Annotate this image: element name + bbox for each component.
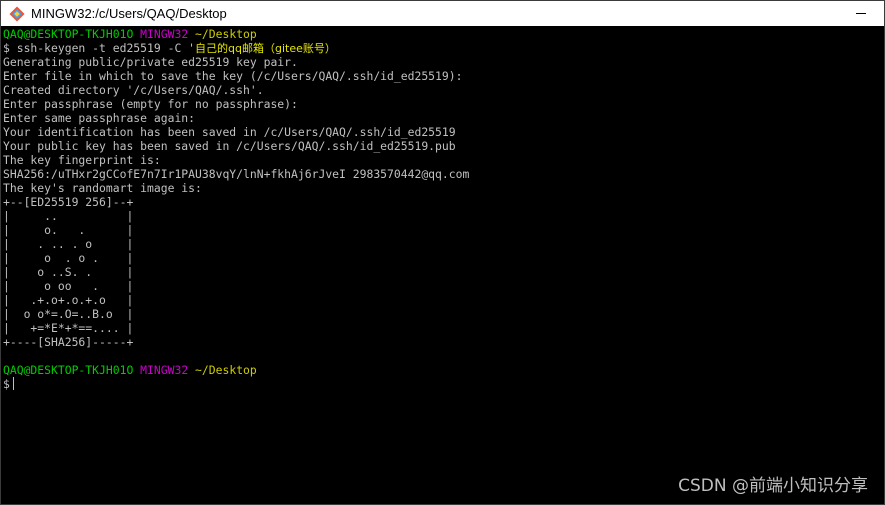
prompt-system: MINGW32 bbox=[140, 363, 189, 377]
title-bar[interactable]: MINGW32:/c/Users/QAQ/Desktop bbox=[1, 1, 884, 26]
output-line: | .+.o+.o.+.o | bbox=[3, 293, 134, 307]
output-line: | o . o . | bbox=[3, 251, 134, 265]
command-line: $ ssh-keygen -t ed25519 -C '自己的qq邮箱（gite… bbox=[3, 41, 884, 55]
output-line: | o oo . | bbox=[3, 279, 134, 293]
output-line: Your public key has been saved in /c/Use… bbox=[3, 139, 456, 153]
output-line: The key's randomart image is: bbox=[3, 181, 202, 195]
output-line: Enter same passphrase again: bbox=[3, 111, 196, 125]
output-line: SHA256:/uTHxr2gCCofE7n7Ir1PAU38vqY/lnN+f… bbox=[3, 167, 470, 181]
command-text: $ ssh-keygen -t ed25519 -C ' bbox=[3, 41, 196, 55]
output-line: Generating public/private ed25519 key pa… bbox=[3, 55, 298, 69]
output-line: | o o*=.O=..B.o | bbox=[3, 307, 134, 321]
minimize-icon bbox=[856, 13, 866, 14]
prompt-user-host: QAQ@DESKTOP-TKJH01O bbox=[3, 363, 134, 377]
minimize-button[interactable] bbox=[838, 1, 884, 26]
prompt-directory: ~/Desktop bbox=[195, 363, 257, 377]
command-highlight: 自己的qq邮箱（gitee账号） bbox=[195, 42, 336, 55]
output-line: Enter passphrase (empty for no passphras… bbox=[3, 97, 298, 111]
output-line: +--[ED25519 256]--+ bbox=[3, 195, 134, 209]
git-bash-icon bbox=[9, 6, 25, 21]
prompt-user-host: QAQ@DESKTOP-TKJH01O bbox=[3, 27, 134, 41]
command-output: Generating public/private ed25519 key pa… bbox=[3, 55, 884, 349]
prompt-system: MINGW32 bbox=[140, 27, 189, 41]
prompt-line-2: QAQ@DESKTOP-TKJH01O MINGW32 ~/Desktop bbox=[3, 363, 884, 377]
prompt-line: QAQ@DESKTOP-TKJH01O MINGW32 ~/Desktop bbox=[3, 27, 884, 41]
output-line: Enter file in which to save the key (/c/… bbox=[3, 69, 463, 83]
input-prompt-symbol: $ bbox=[3, 377, 10, 391]
prompt-directory: ~/Desktop bbox=[195, 27, 257, 41]
output-line: Your identification has been saved in /c… bbox=[3, 125, 456, 139]
output-line: Created directory '/c/Users/QAQ/.ssh'. bbox=[3, 83, 264, 97]
output-line: | o. . | bbox=[3, 223, 134, 237]
output-line: | . .. . o | bbox=[3, 237, 134, 251]
window-title: MINGW32:/c/Users/QAQ/Desktop bbox=[31, 6, 227, 21]
output-line: | +=*E*+*==.... | bbox=[3, 321, 134, 335]
output-line: +----[SHA256]-----+ bbox=[3, 335, 134, 349]
terminal-window: MINGW32:/c/Users/QAQ/Desktop QAQ@DESKTOP… bbox=[0, 0, 885, 505]
watermark: CSDN @前端小知识分享 bbox=[678, 476, 868, 496]
terminal-content[interactable]: QAQ@DESKTOP-TKJH01O MINGW32 ~/Desktop $ … bbox=[3, 27, 884, 504]
output-line: | .. | bbox=[3, 209, 134, 223]
input-line[interactable]: $ bbox=[3, 377, 884, 391]
text-cursor bbox=[12, 377, 14, 390]
output-line: | o ..S. . | bbox=[3, 265, 134, 279]
output-line: The key fingerprint is: bbox=[3, 153, 161, 167]
